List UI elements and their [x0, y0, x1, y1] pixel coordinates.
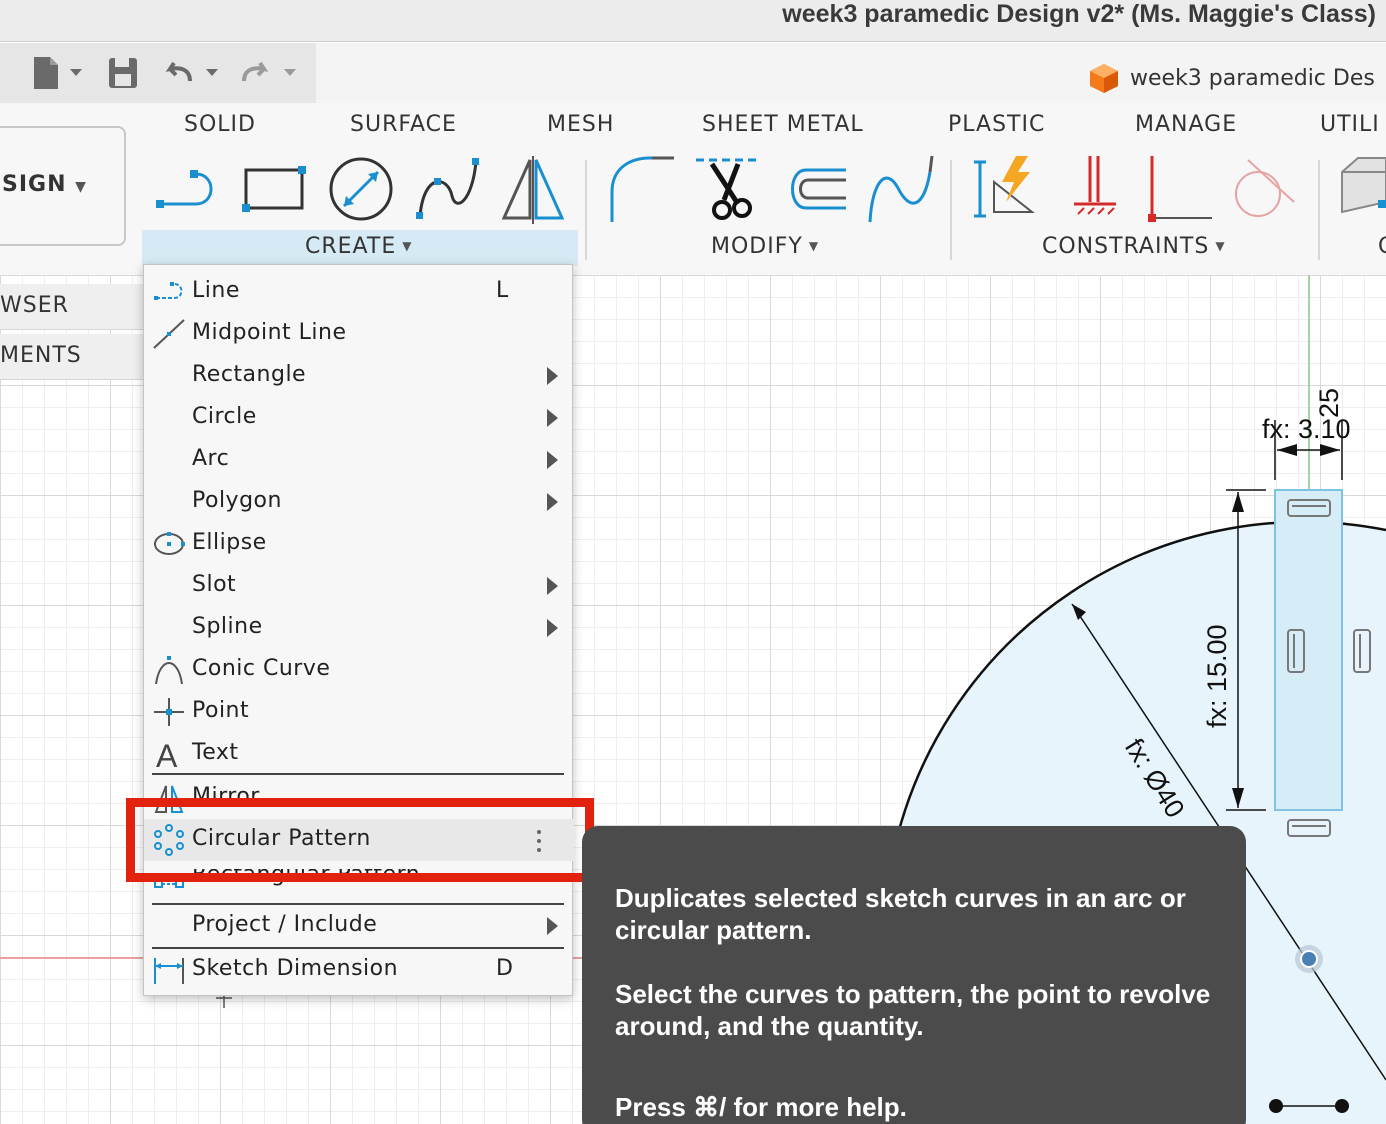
- create-dropdown-menu: Line L Midpoint Line Rectangle Circle Ar…: [143, 264, 574, 996]
- tab-sheet-metal[interactable]: SHEET METAL: [702, 112, 864, 137]
- save-icon[interactable]: [106, 55, 140, 91]
- perpendicular-constraint-icon[interactable]: [1146, 152, 1216, 228]
- sketch-point[interactable]: [1335, 1099, 1349, 1113]
- menu-item-project-include[interactable]: Project / Include: [144, 905, 574, 947]
- tab-mesh[interactable]: MESH: [547, 112, 614, 137]
- quick-access-toolbar: [0, 43, 316, 103]
- tab-solid[interactable]: SOLID: [184, 112, 256, 137]
- submenu-arrow-icon: [547, 409, 558, 427]
- constraints-menu-button[interactable]: CONSTRAINTS ▼: [1042, 230, 1226, 262]
- trim-tool-icon[interactable]: [694, 152, 764, 228]
- workspace-label: SIGN: [2, 172, 67, 197]
- origin-point[interactable]: [1300, 950, 1318, 968]
- conic-curve-icon: [155, 656, 183, 685]
- fillet-tool-icon[interactable]: [604, 152, 674, 228]
- menu-item-conic-curve[interactable]: Conic Curve: [144, 649, 574, 691]
- menu-item-point[interactable]: Point: [144, 691, 574, 733]
- submenu-arrow-icon: [547, 619, 558, 637]
- menu-item-arc[interactable]: Arc: [144, 439, 574, 481]
- height-dimension-text[interactable]: fx: 15.00: [1202, 624, 1232, 728]
- submenu-arrow-icon: [547, 917, 558, 935]
- offset-tool-icon[interactable]: [780, 152, 850, 228]
- menu-item-sketch-dimension[interactable]: Sketch Dimension D: [144, 949, 574, 991]
- menu-item-midpoint-line[interactable]: Midpoint Line: [144, 313, 574, 355]
- tooltip-help-hint: Press ⌘/ for more help.: [615, 1092, 907, 1122]
- tangent-constraint-icon[interactable]: [1228, 152, 1298, 228]
- submenu-arrow-icon: [547, 451, 558, 469]
- shortcut-label: L: [496, 278, 509, 303]
- top-dimension-text[interactable]: 25: [1314, 388, 1344, 418]
- submenu-arrow-icon: [547, 367, 558, 385]
- tab-utilities[interactable]: UTILI: [1320, 112, 1380, 137]
- chevron-down-icon: ▼: [402, 239, 413, 253]
- browser-label: WSER: [0, 293, 69, 318]
- point-icon: [154, 698, 184, 726]
- design-cube-icon: [1090, 64, 1118, 93]
- text-icon: A: [156, 738, 178, 770]
- menu-item-circle[interactable]: Circle: [144, 397, 574, 439]
- menu-item-line[interactable]: Line L: [144, 271, 574, 313]
- constraints-label: CONSTRAINTS: [1042, 233, 1210, 259]
- workspace-switcher[interactable]: SIGN ▼: [0, 126, 126, 246]
- tooltip-instructions: Select the curves to pattern, the point …: [615, 979, 1211, 1041]
- circular-pattern-tooltip: Duplicates selected sketch curves in an …: [582, 826, 1246, 1124]
- menu-item-slot[interactable]: Slot: [144, 565, 574, 607]
- create-menu-button[interactable]: CREATE ▼: [305, 230, 412, 262]
- group-separator: [1318, 160, 1320, 260]
- sketch-rectangle[interactable]: [1274, 489, 1343, 811]
- comments-panel-header[interactable]: MENTS: [0, 334, 145, 380]
- menu-item-spline[interactable]: Spline: [144, 607, 574, 649]
- circle-tool-icon[interactable]: [326, 152, 396, 228]
- group-separator: [950, 160, 952, 260]
- menu-item-polygon[interactable]: Polygon: [144, 481, 574, 523]
- highlight-annotation-box: [126, 798, 594, 882]
- menu-item-text[interactable]: A Text: [144, 733, 574, 775]
- line-icon: [154, 282, 183, 300]
- undo-icon[interactable]: [162, 55, 224, 91]
- tooltip-description: Duplicates selected sketch curves in an …: [615, 883, 1186, 945]
- coincident-constraint-icon[interactable]: [1060, 152, 1130, 228]
- sketch-point[interactable]: [1269, 1099, 1283, 1113]
- spline-tool-icon[interactable]: [412, 152, 482, 228]
- box-tool-icon[interactable]: [1338, 152, 1386, 228]
- modify-label: MODIFY: [711, 233, 803, 259]
- document-tab[interactable]: week3 paramedic Des: [1088, 58, 1375, 98]
- svg-text:A: A: [156, 738, 178, 770]
- tab-surface[interactable]: SURFACE: [350, 112, 457, 137]
- submenu-arrow-icon: [547, 493, 558, 511]
- browser-panel-header[interactable]: WSER: [0, 284, 145, 330]
- window-title: week3 paramedic Design v2* (Ms. Maggie's…: [782, 0, 1376, 28]
- document-tab-label: week3 paramedic Des: [1130, 65, 1375, 91]
- sketch-dimension-constraint-icon[interactable]: [972, 152, 1042, 228]
- menu-item-rectangle[interactable]: Rectangle: [144, 355, 574, 397]
- comments-label: MENTS: [0, 343, 82, 368]
- insert-menu-button[interactable]: C: [1378, 230, 1386, 262]
- modify-menu-button[interactable]: MODIFY ▼: [711, 230, 819, 262]
- chevron-down-icon: ▼: [808, 239, 820, 253]
- midpoint-line-icon: [153, 319, 185, 349]
- line-tool-icon[interactable]: [152, 152, 222, 228]
- ellipse-icon: [154, 532, 185, 555]
- sketch-dimension-icon: [154, 958, 184, 984]
- curve-tool-icon[interactable]: [866, 152, 936, 228]
- tab-manage[interactable]: MANAGE: [1135, 112, 1237, 137]
- shortcut-label: D: [496, 956, 513, 981]
- redo-icon[interactable]: [240, 55, 302, 91]
- chevron-down-icon: ▼: [1215, 239, 1226, 253]
- group-separator: [585, 160, 587, 260]
- tab-plastic[interactable]: PLASTIC: [948, 112, 1045, 137]
- file-icon[interactable]: [30, 55, 86, 91]
- grid-icon[interactable]: [0, 55, 6, 91]
- title-bar: week3 paramedic Design v2* (Ms. Maggie's…: [0, 0, 1386, 42]
- mirror-tool-icon[interactable]: [498, 152, 568, 228]
- menu-item-ellipse[interactable]: Ellipse: [144, 523, 574, 565]
- rectangle-tool-icon[interactable]: [240, 152, 310, 228]
- create-label: CREATE: [305, 233, 397, 259]
- submenu-arrow-icon: [547, 577, 558, 595]
- menu-separator: [152, 773, 564, 775]
